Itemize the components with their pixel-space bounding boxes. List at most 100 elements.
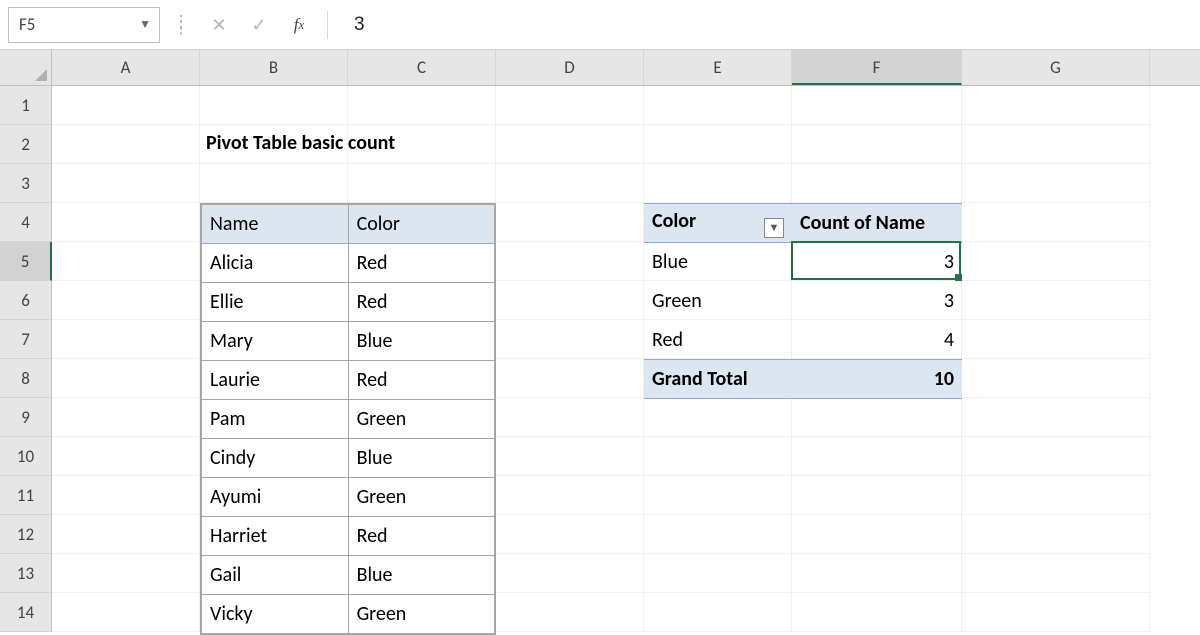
cell[interactable] xyxy=(52,554,200,593)
cell[interactable] xyxy=(792,125,962,164)
cell[interactable] xyxy=(962,281,1150,320)
row-header[interactable]: 2 xyxy=(0,125,52,164)
pivot-value[interactable]: 3 xyxy=(792,282,962,321)
cell[interactable] xyxy=(52,476,200,515)
cell[interactable] xyxy=(52,281,200,320)
table-cell[interactable]: Alicia xyxy=(202,244,349,283)
fx-icon[interactable]: fx xyxy=(283,9,315,41)
cell[interactable] xyxy=(962,242,1150,281)
cell[interactable] xyxy=(496,398,644,437)
pivot-label[interactable]: Blue xyxy=(644,243,792,282)
cell[interactable] xyxy=(52,125,200,164)
cell[interactable] xyxy=(644,593,792,632)
table-cell[interactable]: Green xyxy=(348,478,494,517)
table-cell[interactable]: Blue xyxy=(348,322,494,361)
cell[interactable] xyxy=(962,86,1150,125)
cell[interactable] xyxy=(348,86,496,125)
table-cell[interactable]: Blue xyxy=(348,556,494,595)
row-header[interactable]: 1 xyxy=(0,86,52,125)
cell[interactable] xyxy=(962,593,1150,632)
cell[interactable] xyxy=(792,398,962,437)
cell[interactable] xyxy=(644,164,792,203)
cell[interactable] xyxy=(792,164,962,203)
cell[interactable] xyxy=(52,515,200,554)
pivot-header[interactable]: Count of Name xyxy=(792,204,962,243)
table-header[interactable]: Color xyxy=(348,205,494,244)
row-header[interactable]: 9 xyxy=(0,398,52,437)
cell[interactable] xyxy=(792,554,962,593)
cell[interactable] xyxy=(52,437,200,476)
table-cell[interactable]: Ayumi xyxy=(202,478,349,517)
table-cell[interactable]: Gail xyxy=(202,556,349,595)
cell[interactable] xyxy=(962,437,1150,476)
row-header[interactable]: 11 xyxy=(0,476,52,515)
cell[interactable] xyxy=(962,515,1150,554)
column-header-d[interactable]: D xyxy=(496,50,644,85)
cell[interactable] xyxy=(496,515,644,554)
cell[interactable] xyxy=(962,164,1150,203)
pivot-label[interactable]: Green xyxy=(644,282,792,321)
table-cell[interactable]: Cindy xyxy=(202,439,349,478)
table-cell[interactable]: Laurie xyxy=(202,361,349,400)
table-header[interactable]: Name xyxy=(202,205,349,244)
row-header[interactable]: 3 xyxy=(0,164,52,203)
cell[interactable] xyxy=(792,515,962,554)
cell[interactable] xyxy=(792,476,962,515)
cell[interactable] xyxy=(496,125,644,164)
cell[interactable] xyxy=(496,86,644,125)
formula-input[interactable] xyxy=(340,7,1192,43)
table-cell[interactable]: Red xyxy=(348,517,494,556)
column-header-f[interactable]: F xyxy=(792,50,962,85)
grand-total-label[interactable]: Grand Total xyxy=(644,360,792,399)
cell[interactable] xyxy=(962,203,1150,242)
cell[interactable] xyxy=(792,86,962,125)
cell[interactable] xyxy=(496,281,644,320)
cell[interactable] xyxy=(644,86,792,125)
cell[interactable] xyxy=(348,164,496,203)
column-header-g[interactable]: G xyxy=(962,50,1150,85)
cell[interactable] xyxy=(962,125,1150,164)
row-header[interactable]: 8 xyxy=(0,359,52,398)
column-header-e[interactable]: E xyxy=(644,50,792,85)
cell[interactable] xyxy=(52,86,200,125)
cell[interactable] xyxy=(496,242,644,281)
row-header[interactable]: 14 xyxy=(0,593,52,632)
cell[interactable] xyxy=(792,437,962,476)
cell[interactable] xyxy=(792,593,962,632)
cell[interactable] xyxy=(644,515,792,554)
table-cell[interactable]: Red xyxy=(348,244,494,283)
row-header[interactable]: 7 xyxy=(0,320,52,359)
cell[interactable] xyxy=(496,203,644,242)
cell[interactable] xyxy=(644,554,792,593)
row-header[interactable]: 13 xyxy=(0,554,52,593)
cell[interactable] xyxy=(962,476,1150,515)
cell[interactable] xyxy=(644,125,792,164)
table-cell[interactable]: Harriet xyxy=(202,517,349,556)
accept-formula-button[interactable]: ✓ xyxy=(243,9,275,41)
cell[interactable] xyxy=(644,476,792,515)
cell[interactable] xyxy=(962,320,1150,359)
cell[interactable] xyxy=(496,359,644,398)
table-cell[interactable]: Mary xyxy=(202,322,349,361)
cell[interactable] xyxy=(496,320,644,359)
grand-total-value[interactable]: 10 xyxy=(792,360,962,399)
cell[interactable] xyxy=(962,398,1150,437)
column-header-c[interactable]: C xyxy=(348,50,496,85)
table-cell[interactable]: Vicky xyxy=(202,595,349,634)
cell[interactable] xyxy=(962,359,1150,398)
table-cell[interactable]: Red xyxy=(348,283,494,322)
cell[interactable] xyxy=(52,398,200,437)
cell[interactable] xyxy=(52,359,200,398)
cell[interactable] xyxy=(644,398,792,437)
cell[interactable] xyxy=(52,593,200,632)
cell[interactable] xyxy=(496,476,644,515)
table-cell[interactable]: Blue xyxy=(348,439,494,478)
table-cell[interactable]: Green xyxy=(348,400,494,439)
cell[interactable] xyxy=(496,164,644,203)
pivot-label[interactable]: Red xyxy=(644,321,792,360)
table-cell[interactable]: Red xyxy=(348,361,494,400)
cell[interactable] xyxy=(496,554,644,593)
cell[interactable] xyxy=(962,554,1150,593)
pivot-header[interactable]: Color▼ xyxy=(644,204,792,243)
cell[interactable] xyxy=(52,242,200,281)
